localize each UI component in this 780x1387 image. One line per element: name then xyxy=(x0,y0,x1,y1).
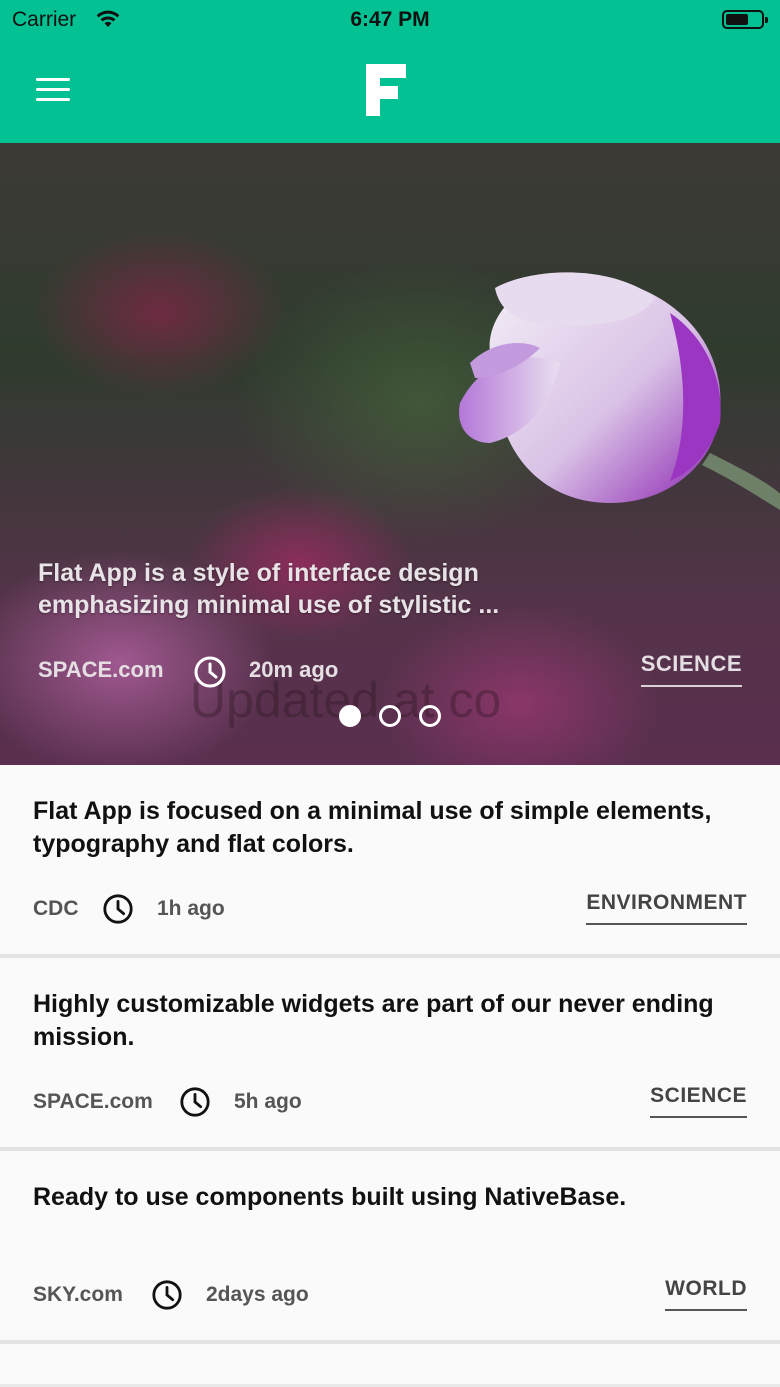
news-title: Ready to use components built using Nati… xyxy=(33,1183,627,1211)
hero-headline[interactable]: Flat App is a style of interface design … xyxy=(38,557,558,621)
carousel-pagination xyxy=(0,705,780,729)
clock-icon xyxy=(194,656,226,688)
news-time: 1h ago xyxy=(157,897,225,920)
hero-meta: SPACE.com 20m ago SCIENCE xyxy=(38,651,742,688)
news-title: Highly customizable widgets are part of … xyxy=(33,990,714,1051)
hero-time: 20m ago xyxy=(249,657,339,682)
news-category-tag[interactable]: ENVIRONMENT xyxy=(586,891,747,925)
news-time: 2days ago xyxy=(206,1283,309,1306)
status-bar: Carrier 6:47 PM xyxy=(0,0,780,40)
clock-icon xyxy=(103,894,133,924)
news-card[interactable]: Ready to use components built using Nati… xyxy=(0,1151,780,1344)
news-card[interactable]: Highly customizable widgets are part of … xyxy=(0,958,780,1151)
news-category-tag[interactable]: WORLD xyxy=(665,1277,747,1311)
news-title: Flat App is focused on a minimal use of … xyxy=(33,797,712,858)
carousel-dot-1[interactable] xyxy=(338,705,361,727)
news-source: SKY.com xyxy=(33,1283,123,1306)
news-feed: Flat App is focused on a minimal use of … xyxy=(0,765,780,1384)
news-card-partial[interactable] xyxy=(0,1344,780,1384)
flower-image xyxy=(459,272,780,510)
news-card[interactable]: Flat App is focused on a minimal use of … xyxy=(0,765,780,958)
status-time: 6:47 PM xyxy=(350,8,430,31)
clock-icon xyxy=(152,1280,182,1310)
news-category-tag[interactable]: SCIENCE xyxy=(650,1084,747,1118)
hero-source: SPACE.com xyxy=(38,657,164,682)
carousel-dot-3[interactable] xyxy=(419,705,442,727)
hero-category-tag[interactable]: SCIENCE xyxy=(640,651,742,687)
featured-carousel[interactable]: Flat App is a style of interface design … xyxy=(0,143,780,765)
hamburger-menu-icon[interactable] xyxy=(36,78,70,102)
news-time: 5h ago xyxy=(234,1090,302,1113)
app-logo[interactable] xyxy=(366,64,406,116)
carousel-dot-2[interactable] xyxy=(379,705,401,727)
news-source: CDC xyxy=(33,897,79,920)
app-header: Carrier 6:47 PM xyxy=(0,0,780,143)
news-source: SPACE.com xyxy=(33,1090,153,1113)
clock-icon xyxy=(180,1087,210,1117)
battery-icon xyxy=(722,10,768,29)
